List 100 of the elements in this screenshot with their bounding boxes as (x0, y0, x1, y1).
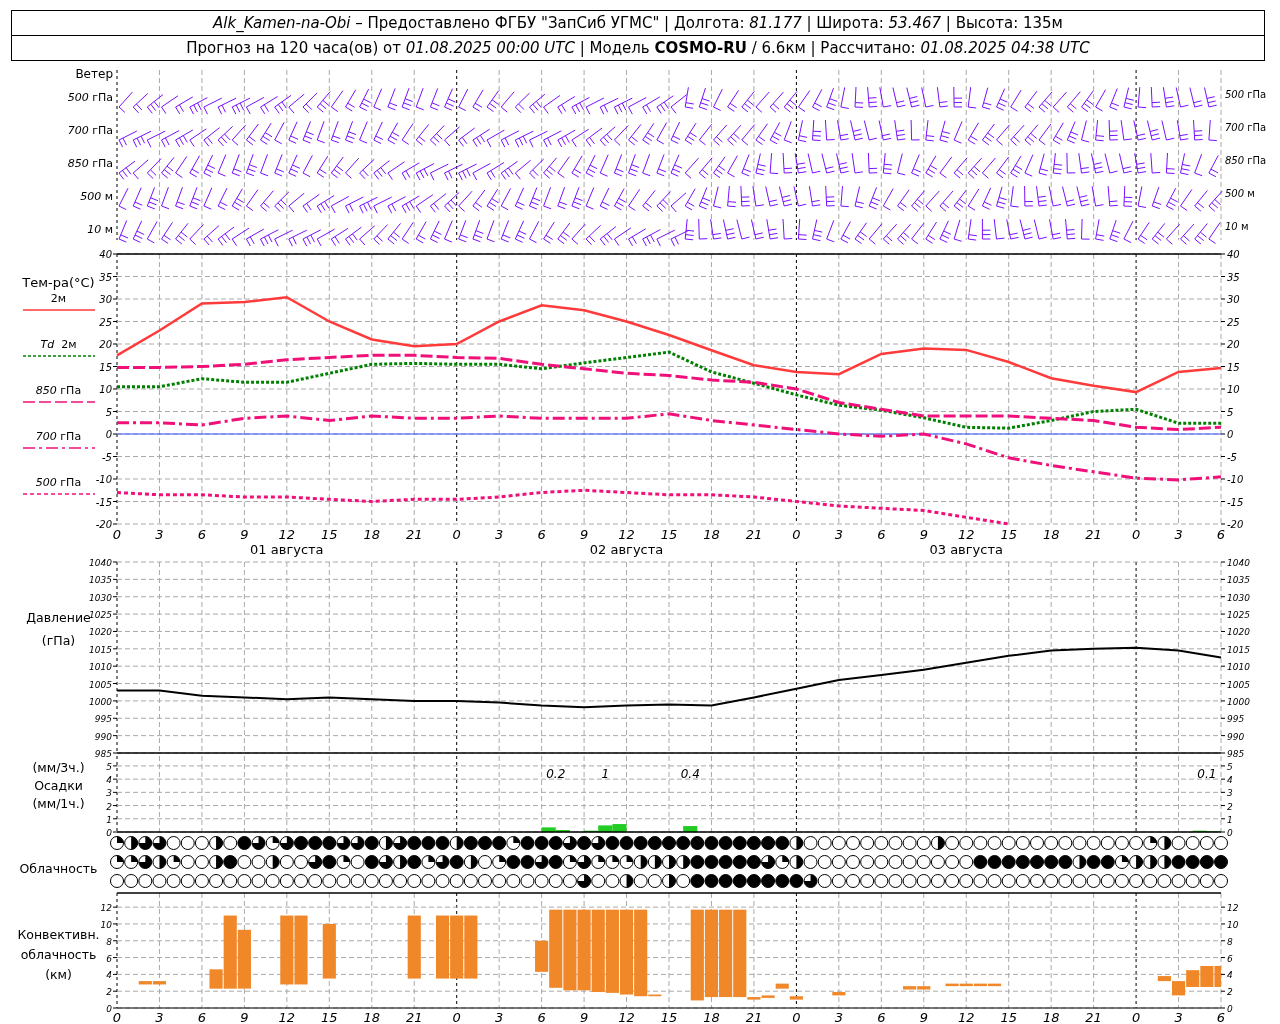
axis-label: 0 (112, 1010, 122, 1024)
axis-label: 4 (106, 970, 112, 981)
axis-label: 0 (1227, 429, 1234, 440)
axis-label: 1025 (89, 610, 112, 621)
axis-label: 1000 (89, 696, 112, 707)
axis-label: 1040 (1227, 558, 1250, 568)
panel-title: Тем-ра(°С) (22, 275, 95, 291)
axis-label: 0 (1131, 1010, 1141, 1024)
axis-label: 21 (745, 527, 763, 542)
axis-label: 25 (99, 316, 112, 328)
axis-label: 15 (321, 527, 338, 542)
axis-label: 15 (660, 1010, 678, 1024)
axis-label: 40 (99, 249, 112, 260)
axis-label: 3 (155, 1010, 164, 1024)
axis-label: 1 (1227, 814, 1233, 825)
axis-label: 1000 (1227, 696, 1250, 707)
panel-title: Ветер (75, 68, 113, 81)
axis-label: 3 (495, 1010, 504, 1024)
axis-label: 8 (1227, 936, 1233, 947)
panel-label: Давление (26, 609, 91, 627)
panel-label: облачность (20, 946, 97, 964)
axis-label: 21 (1085, 527, 1102, 542)
axis-label: 0 (792, 527, 801, 542)
axis-label: 985 (1227, 749, 1245, 759)
legend-label: 500 гПа (35, 475, 82, 491)
panel-label: Облачность (19, 860, 98, 878)
axis-label: 1 (106, 814, 112, 825)
axis-label: 5 (1227, 761, 1233, 772)
axis-label: 35 (99, 271, 112, 283)
axis-label: 1015 (89, 644, 112, 655)
panel-label: Осадки (34, 777, 83, 795)
level-label: 10 м (1225, 220, 1250, 234)
axis-label: 5 (105, 406, 112, 418)
axis-label: 6 (106, 953, 112, 964)
legend-label: 850 гПа (35, 383, 82, 399)
axis-label: 18 (703, 1010, 720, 1024)
axis-label: 15 (1000, 1010, 1017, 1024)
axis-label: 15 (99, 361, 112, 373)
level-label: 500 м (80, 189, 113, 205)
level-label: 700 гПа (67, 123, 113, 139)
axis-label: 990 (94, 731, 112, 742)
axis-label: 15 (1000, 527, 1017, 542)
axis-label: 2 (1227, 987, 1233, 998)
axis-label: -10 (1227, 474, 1244, 485)
axis-label: 6 (1216, 1010, 1226, 1024)
axis-label: 1025 (1227, 610, 1250, 621)
axis-label: 6 (877, 1010, 886, 1024)
axis-label: -15 (95, 496, 112, 508)
panel-label: (км) (45, 966, 72, 984)
legend-label: Td 2м (40, 337, 77, 353)
axis-label: 6 (197, 527, 207, 542)
axis-label: 18 (363, 527, 381, 542)
header-text: Прогноз на 120 часа(ов) от 01.08.2025 00:00 UTC | Модель COSMO-RU / 6.6км | Рассчитано: 01.08.2025 04:38 UTC (12, 35, 1264, 60)
panel-label: Конвективн. (17, 926, 100, 944)
axis-label: 18 (1042, 527, 1060, 542)
axis-label: 15 (660, 527, 678, 542)
axis-label: 6 (197, 1010, 207, 1024)
axis-label: 40 (1227, 249, 1240, 260)
date-label: 03 августа (929, 542, 1003, 557)
date-label: 02 августа (589, 542, 664, 557)
axis-label: 1030 (1227, 592, 1250, 603)
axis-label: 2 (106, 801, 112, 812)
axis-label: 0 (106, 828, 112, 838)
axis-label: 995 (1227, 714, 1245, 725)
header-text: Alk_Kamen-na-Obi – Предоставлено ФГБУ "ЗапСиб УГМС" | Долгота: 81.177 | Широта: 53.467 | Высота: 135м (211, 13, 1064, 34)
axis-label: 12 (618, 527, 635, 542)
level-label: 700 гПа (1225, 121, 1268, 135)
level-label: 500 гПа (67, 90, 113, 106)
axis-label: 4 (106, 775, 112, 786)
axis-label: 10 (99, 384, 112, 395)
legend-label: 700 гПа (35, 429, 82, 445)
axis-label: 3 (834, 1010, 843, 1024)
level-label: 10 м (87, 222, 113, 238)
axis-label: 3 (1174, 527, 1183, 542)
axis-label: 4 (1227, 775, 1233, 786)
axis-label: 1030 (89, 592, 112, 603)
axis-label: 20 (99, 339, 112, 350)
axis-label: 21 (1085, 1010, 1102, 1024)
axis-label: 1040 (89, 558, 112, 568)
axis-label: 0 (112, 527, 122, 542)
axis-label: 985 (94, 749, 112, 759)
axis-label: 2 (106, 987, 112, 998)
axis-label: 10 (1227, 919, 1239, 930)
axis-label: 1020 (1227, 627, 1250, 638)
axis-label: 3 (1174, 1010, 1183, 1024)
axis-label: -15 (1227, 496, 1244, 508)
axis-label: 3 (106, 788, 112, 799)
axis-label: 1015 (1227, 644, 1250, 655)
panel-label: (мм/1ч.) (32, 795, 85, 813)
value-label: 0.4 (680, 767, 700, 781)
axis-label: 18 (703, 527, 720, 542)
axis-label: 21 (405, 527, 423, 542)
axis-label: 1010 (89, 662, 112, 673)
axis-label: 15 (1227, 361, 1240, 373)
axis-label: 995 (94, 714, 112, 725)
axis-label: 6 (877, 527, 886, 542)
axis-label: -20 (95, 519, 112, 530)
axis-label: 0 (105, 429, 112, 440)
axis-label: 6 (537, 527, 546, 542)
axis-label: 21 (745, 1010, 763, 1024)
